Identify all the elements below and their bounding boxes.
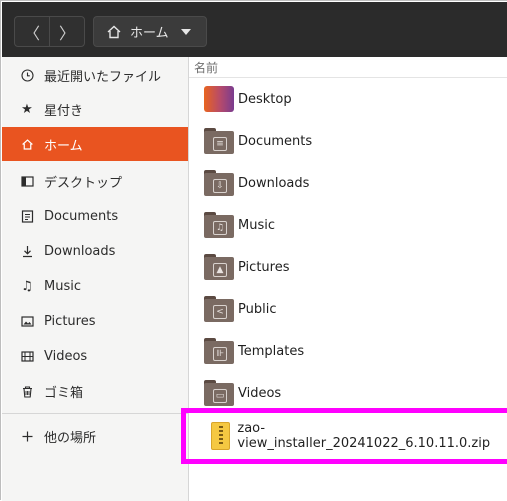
sidebar-item-label: 最近開いたファイル: [44, 69, 162, 85]
download-icon: [20, 244, 34, 258]
header-bar: 〈 〉 ホーム: [2, 2, 507, 57]
file-row-desktop[interactable]: Desktop: [189, 78, 507, 120]
sidebar-item-documents[interactable]: Documents: [2, 199, 188, 233]
documents-folder-icon: ≡: [204, 128, 234, 154]
chevron-down-icon: [180, 28, 191, 35]
public-folder-icon: <: [204, 296, 234, 322]
sidebar-item-music[interactable]: ♫ Music: [2, 269, 188, 303]
file-name: Templates: [238, 343, 305, 359]
desktop-folder-icon: [204, 86, 234, 112]
sidebar-item-videos[interactable]: Videos: [2, 339, 188, 373]
name-column-header[interactable]: 名前: [189, 57, 507, 77]
file-name: Music: [238, 217, 275, 233]
sidebar-item-label: Pictures: [44, 313, 96, 329]
home-icon: [106, 24, 122, 40]
plus-icon: [20, 429, 34, 443]
home-icon: [20, 137, 34, 151]
sidebar-item-label: Music: [44, 278, 81, 294]
sidebar-item-desktop[interactable]: デスクトップ: [2, 164, 188, 198]
column-header-label: 名前: [194, 61, 219, 75]
back-button[interactable]: 〈: [15, 17, 49, 46]
sidebar-item-recent[interactable]: 最近開いたファイル: [2, 58, 188, 92]
file-name: Public: [238, 301, 277, 317]
sidebar-item-home[interactable]: ホーム: [2, 127, 188, 161]
file-name: Videos: [238, 385, 282, 401]
file-row-pictures[interactable]: ▲ Pictures: [189, 246, 507, 288]
clock-icon: [20, 68, 34, 82]
videos-folder-icon: ▭: [204, 380, 234, 406]
star-icon: ★: [21, 101, 33, 117]
sidebar-item-label: Documents: [44, 208, 119, 224]
sidebar-item-label: Videos: [44, 348, 88, 364]
file-name: Pictures: [238, 259, 290, 275]
sidebar-item-label: Downloads: [44, 243, 116, 259]
sidebar-item-label: ホーム: [44, 138, 83, 154]
downloads-folder-icon: ⇩: [204, 170, 234, 196]
selection-highlight-box: [181, 408, 507, 464]
music-icon: ♫: [21, 278, 33, 294]
navigation-buttons: 〈 〉: [14, 16, 85, 47]
sidebar-item-starred[interactable]: ★ 星付き: [2, 92, 188, 126]
sidebar-item-trash[interactable]: ゴミ箱: [2, 374, 188, 408]
file-row-downloads[interactable]: ⇩ Downloads: [189, 162, 507, 204]
file-name: Downloads: [238, 175, 310, 191]
trash-icon: [20, 384, 34, 398]
sidebar-item-label: 星付き: [44, 103, 84, 119]
sidebar: 最近開いたファイル ★ 星付き ホーム デスクトップ Documents Dow…: [2, 57, 189, 501]
file-name: Documents: [238, 133, 313, 149]
sidebar-item-label: ゴミ箱: [44, 385, 84, 401]
sidebar-item-pictures[interactable]: Pictures: [2, 304, 188, 338]
sidebar-item-other-locations[interactable]: 他の場所: [2, 419, 188, 453]
file-name: Desktop: [238, 91, 292, 107]
sidebar-item-downloads[interactable]: Downloads: [2, 234, 188, 268]
pictures-folder-icon: ▲: [204, 254, 234, 280]
forward-button[interactable]: 〉: [50, 17, 84, 46]
sidebar-item-label: 他の場所: [44, 430, 97, 446]
picture-icon: [20, 314, 34, 328]
music-folder-icon: ♫: [204, 212, 234, 238]
sidebar-divider: [2, 413, 188, 414]
back-arrow-icon: 〈: [23, 23, 40, 43]
forward-arrow-icon: 〉: [58, 23, 75, 43]
templates-folder-icon: ⊪: [204, 338, 234, 364]
file-row-public[interactable]: < Public: [189, 288, 507, 330]
video-icon: [20, 349, 34, 363]
file-row-music[interactable]: ♫ Music: [189, 204, 507, 246]
file-row-templates[interactable]: ⊪ Templates: [189, 330, 507, 372]
path-bar-label: ホーム: [130, 26, 169, 41]
file-manager-window: 〈 〉 ホーム 最近開いたファイル ★ 星付き ホーム デスクトップ Docum…: [0, 0, 507, 501]
desktop-icon: [20, 174, 34, 188]
path-bar-home-button[interactable]: ホーム: [93, 16, 207, 47]
document-icon: [20, 209, 34, 223]
sidebar-item-label: デスクトップ: [44, 175, 123, 191]
file-row-documents[interactable]: ≡ Documents: [189, 120, 507, 162]
